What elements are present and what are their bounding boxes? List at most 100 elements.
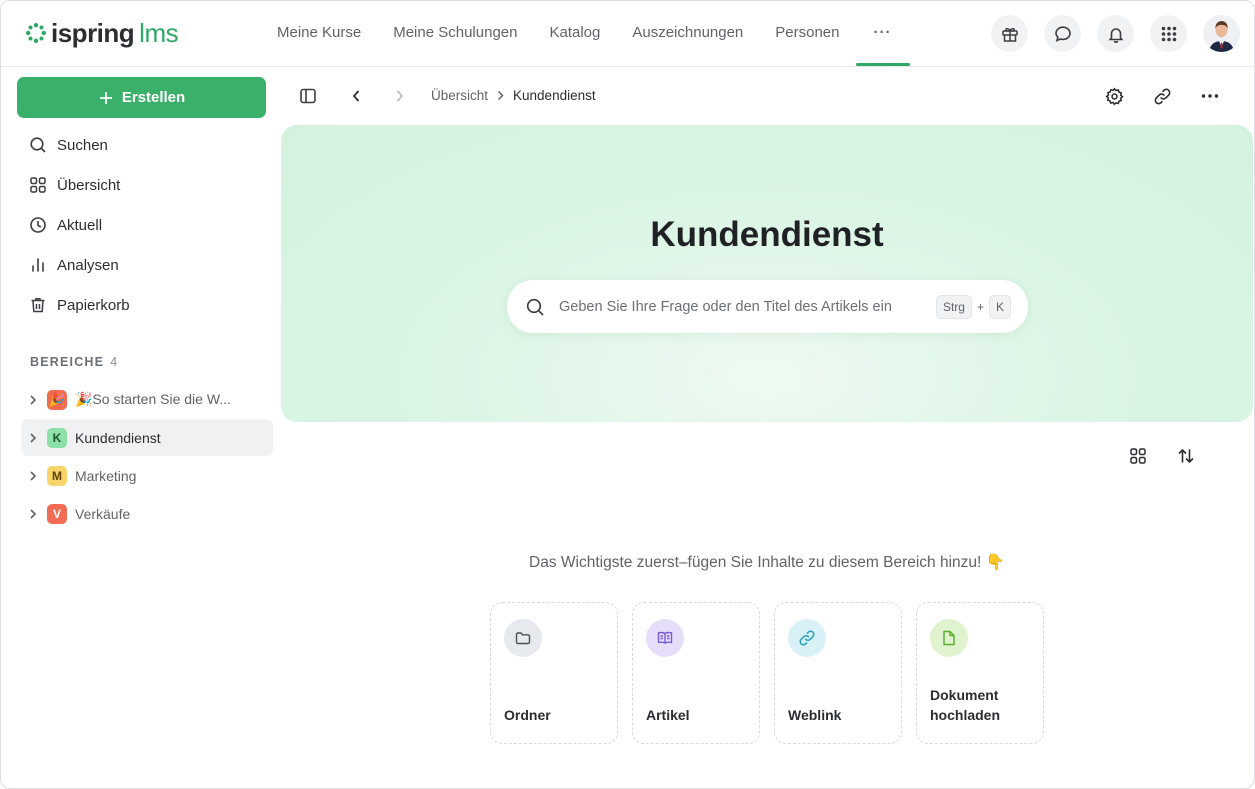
main-nav: Meine Kurse Meine Schulungen Katalog Aus… xyxy=(261,1,910,67)
gear-icon xyxy=(1105,87,1124,105)
sidebar-menu: Suchen Übersicht Aktuell Analysen Papier… xyxy=(17,125,273,325)
shortcut-key-k: K xyxy=(988,294,1011,319)
apps-grid-icon xyxy=(1161,26,1176,41)
sidebar-toggle-icon xyxy=(300,88,316,104)
forward-button[interactable] xyxy=(387,83,413,109)
breadcrumb-current: Kundendienst xyxy=(513,88,596,103)
search-icon xyxy=(30,137,46,153)
breadcrumb: Übersicht Kundendienst xyxy=(431,88,596,103)
keyboard-shortcut: Strg + K xyxy=(935,294,1011,319)
add-folder-card[interactable]: Ordner xyxy=(490,602,618,744)
grid-view-button[interactable] xyxy=(1125,443,1151,469)
chevron-right-icon[interactable] xyxy=(29,394,39,406)
page-title: Kundendienst xyxy=(650,215,884,254)
nav-catalog[interactable]: Katalog xyxy=(533,1,616,67)
chat-button[interactable] xyxy=(1044,15,1081,52)
sidebar-item-label: Analysen xyxy=(57,256,119,274)
copy-link-button[interactable] xyxy=(1149,83,1175,109)
sort-arrows-icon xyxy=(1178,449,1194,463)
shortcut-plus: + xyxy=(976,299,984,314)
sidebar-item-recent[interactable]: Aktuell xyxy=(17,205,273,245)
add-content-cards: Ordner Artikel Weblink Dokument hochlade… xyxy=(490,602,1044,744)
chat-icon xyxy=(1054,25,1071,42)
card-label: Artikel xyxy=(646,707,690,723)
grid-view-icon xyxy=(1130,448,1146,464)
settings-button[interactable] xyxy=(1101,83,1127,109)
plus-icon xyxy=(99,91,112,104)
back-button[interactable] xyxy=(343,83,369,109)
space-label: Marketing xyxy=(75,467,137,484)
nav-awards[interactable]: Auszeichnungen xyxy=(616,1,759,67)
spaces-section-label: BEREICHE xyxy=(30,355,105,369)
space-item-getting-started[interactable]: 🎉 🎉So starten Sie die W... xyxy=(21,381,273,418)
sidebar-item-trash[interactable]: Papierkorb xyxy=(17,285,273,325)
nav-my-trainings[interactable]: Meine Schulungen xyxy=(377,1,533,67)
toggle-sidebar-button[interactable] xyxy=(295,83,321,109)
avatar-icon xyxy=(1203,15,1240,52)
link-icon xyxy=(788,619,826,657)
trash-icon xyxy=(31,298,45,313)
spaces-list: 🎉 🎉So starten Sie die W... K Kundendiens… xyxy=(21,381,273,533)
chevron-right-icon xyxy=(396,90,404,102)
upload-document-card[interactable]: Dokument hochladen xyxy=(916,602,1044,744)
sidebar-item-label: Aktuell xyxy=(57,216,103,234)
logo-text: ispring xyxy=(51,18,135,48)
space-item-customer-service[interactable]: K Kundendienst xyxy=(21,419,273,456)
more-horizontal-icon xyxy=(1201,94,1219,98)
space-label: Verkäufe xyxy=(75,505,131,522)
top-bar: ispring lms Meine Kurse Meine Schulungen… xyxy=(1,1,1254,67)
nav-my-courses[interactable]: Meine Kurse xyxy=(261,1,377,67)
document-icon xyxy=(930,619,968,657)
create-button-label: Erstellen xyxy=(121,89,186,106)
breadcrumb-separator-icon xyxy=(497,90,504,101)
chevron-right-icon[interactable] xyxy=(29,470,39,482)
bar-chart-icon xyxy=(32,258,44,272)
card-label: Dokument hochladen xyxy=(930,687,1001,723)
knowledge-search-bar[interactable]: Geben Sie Ihre Frage oder den Titel des … xyxy=(507,280,1028,333)
empty-state-message: Das Wichtigste zuerst–fügen Sie Inhalte … xyxy=(529,554,1005,571)
user-avatar[interactable] xyxy=(1203,15,1240,52)
sidebar-item-overview[interactable]: Übersicht xyxy=(17,165,273,205)
app-window: ispring lms Meine Kurse Meine Schulungen… xyxy=(0,0,1255,789)
add-weblink-card[interactable]: Weblink xyxy=(774,602,902,744)
grid-icon xyxy=(30,177,46,193)
sidebar-item-label: Papierkorb xyxy=(57,296,130,314)
space-badge: V xyxy=(47,503,67,524)
space-badge: M xyxy=(47,465,67,486)
gift-button[interactable] xyxy=(991,15,1028,52)
search-icon xyxy=(525,297,545,317)
nav-people[interactable]: Personen xyxy=(759,1,855,67)
breadcrumb-overview[interactable]: Übersicht xyxy=(431,88,488,103)
spaces-count: 4 xyxy=(110,355,119,369)
apps-button[interactable] xyxy=(1150,15,1187,52)
logo-suffix: lms xyxy=(139,18,179,48)
space-label: Kundendienst xyxy=(75,429,161,446)
notifications-button[interactable] xyxy=(1097,15,1134,52)
chevron-right-icon[interactable] xyxy=(29,508,39,520)
top-icon-group xyxy=(991,15,1240,52)
shortcut-key-ctrl: Strg xyxy=(935,294,972,319)
nav-more-button[interactable]: ··· xyxy=(855,1,910,67)
card-label: Ordner xyxy=(504,707,551,723)
space-hero-banner: Kundendienst Geben Sie Ihre Frage oder d… xyxy=(281,125,1253,422)
sidebar-item-label: Übersicht xyxy=(57,176,121,194)
chevron-right-icon[interactable] xyxy=(29,432,39,444)
space-item-marketing[interactable]: M Marketing xyxy=(21,457,273,494)
more-options-button[interactable] xyxy=(1197,83,1223,109)
clock-icon xyxy=(30,217,46,233)
search-input[interactable]: Geben Sie Ihre Frage oder den Titel des … xyxy=(559,299,936,315)
space-label: 🎉So starten Sie die W... xyxy=(75,391,231,407)
card-label: Weblink xyxy=(788,707,842,723)
sort-button[interactable] xyxy=(1173,443,1199,469)
space-badge: K xyxy=(47,427,67,448)
link-icon xyxy=(1154,88,1170,104)
space-item-sales[interactable]: V Verkäufe xyxy=(21,495,273,532)
create-button[interactable]: Erstellen xyxy=(17,77,266,118)
ispring-logo[interactable]: ispring lms xyxy=(25,18,179,48)
book-icon xyxy=(646,619,684,657)
sidebar-item-label: Suchen xyxy=(57,136,108,154)
sidebar-item-search[interactable]: Suchen xyxy=(17,125,273,165)
sidebar-item-analytics[interactable]: Analysen xyxy=(17,245,273,285)
space-badge: 🎉 xyxy=(47,389,67,410)
add-article-card[interactable]: Artikel xyxy=(632,602,760,744)
